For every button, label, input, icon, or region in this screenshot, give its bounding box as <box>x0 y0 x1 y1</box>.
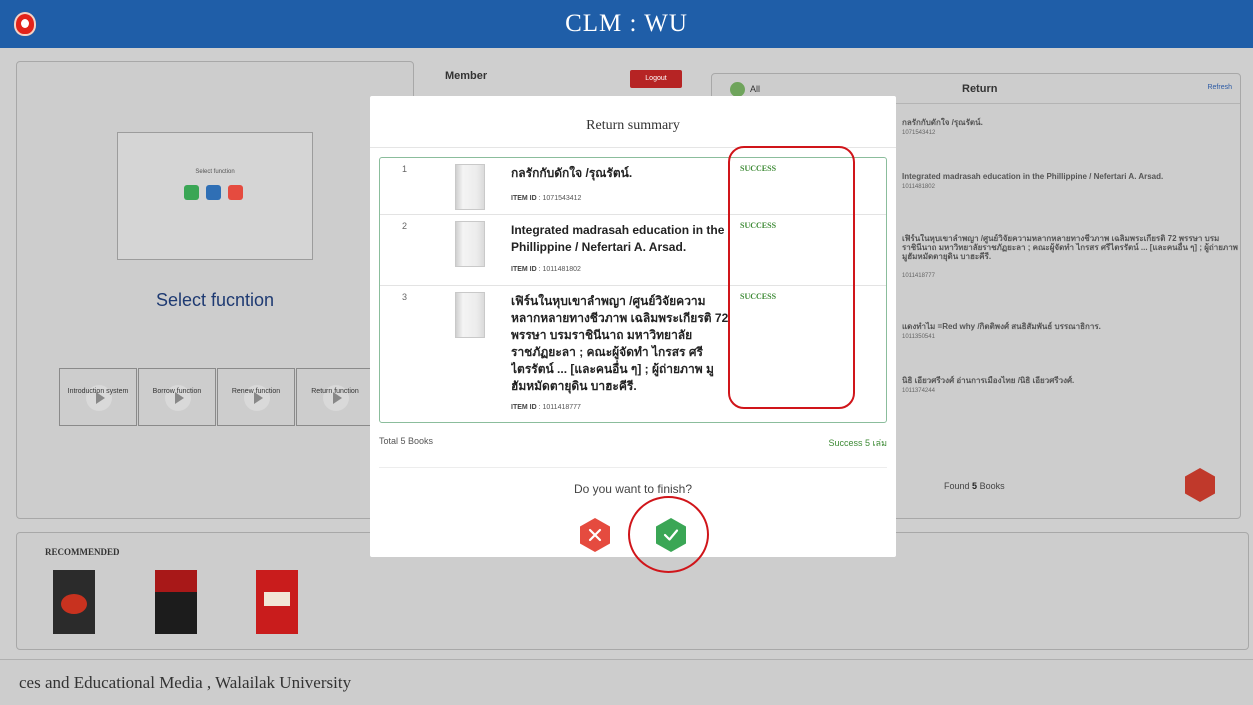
found-prefix: Found <box>944 481 970 491</box>
book-cover-icon <box>455 221 485 267</box>
select-all-label: All <box>750 84 761 94</box>
preview-green-icon <box>184 185 199 200</box>
list-item[interactable]: แดงทำไม =Red why /กิตติพงศ์ สนธิสัมพันธ์… <box>902 322 1242 340</box>
refresh-link[interactable]: Refresh <box>1207 84 1232 91</box>
item-title: แดงทำไม =Red why /กิตติพงศ์ สนธิสัมพันธ์… <box>902 322 1101 331</box>
recommended-title: RECOMMENDED <box>45 547 120 557</box>
list-item[interactable]: เฟิร์นในหุบเขาลำพญา /ศูนย์วิจัยความหลากห… <box>902 234 1242 279</box>
list-item[interactable]: Integrated madrasah education in the Phi… <box>902 172 1242 190</box>
confirm-highlight-annotation <box>628 496 709 573</box>
list-item[interactable]: กลรักกับดักใจ /รุณรัตน์. 1071543412 <box>902 118 1242 136</box>
tile-label: Borrow function <box>152 388 202 395</box>
book-cover-icon <box>455 164 485 210</box>
select-all-check-icon[interactable] <box>730 82 745 97</box>
dialog-title: Return summary <box>586 118 680 133</box>
function-panel: Select function Select fucntion Introduc… <box>16 61 414 519</box>
item-id-value: 1011481802 <box>542 266 581 273</box>
item-id: 1011350541 <box>902 334 935 340</box>
found-count: Found 5 Books <box>944 481 1005 491</box>
item-id: ITEM ID : 1071543412 <box>511 195 582 202</box>
return-submit-icon[interactable] <box>1185 468 1215 502</box>
row-number: 3 <box>402 292 408 302</box>
close-icon <box>588 528 602 542</box>
item-title: กลรักกับดักใจ /รุณรัตน์. <box>902 118 983 127</box>
tile-label: Return function <box>311 388 359 395</box>
tile-return[interactable]: Return function <box>296 368 374 426</box>
item-title: เฟิร์นในหุบเขาลำพญา /ศูนย์วิจัยความหลากห… <box>902 234 1238 261</box>
recommended-book[interactable] <box>155 570 197 634</box>
item-id: 1011418777 <box>902 273 935 279</box>
item-id: ITEM ID : 1011481802 <box>511 266 581 273</box>
preview-text: Select function <box>195 169 235 175</box>
top-bar: CLM : WU <box>0 0 1253 48</box>
recommended-book[interactable] <box>256 570 298 634</box>
footer: ces and Educational Media , Walailak Uni… <box>0 659 1253 705</box>
divider <box>379 467 887 468</box>
row-number: 2 <box>402 221 408 231</box>
tile-label: Renew function <box>231 388 281 395</box>
item-id: 1071543412 <box>902 130 936 136</box>
item-id-value: 1071543412 <box>542 195 582 202</box>
tile-label: Introduction system <box>67 388 129 395</box>
item-id-label: ITEM ID <box>511 404 537 411</box>
found-suffix: Books <box>979 481 1005 491</box>
book-title: กลรักกับดักใจ /รุณรัตน์. <box>511 166 633 180</box>
row-number: 1 <box>402 164 408 174</box>
item-id-value: 1011418777 <box>542 404 581 411</box>
preview-blue-icon <box>206 185 221 200</box>
list-item[interactable]: นิธิ เอียวศรีวงศ์ อ่านการเมืองไทย /นิธิ … <box>902 376 1242 394</box>
cancel-button[interactable] <box>580 518 610 552</box>
item-id: 1011374244 <box>902 388 935 394</box>
book-title: Integrated madrasah education in the Phi… <box>511 223 725 254</box>
found-number: 5 <box>972 481 978 491</box>
item-id-label: ITEM ID <box>511 195 537 202</box>
member-title: Member <box>445 70 488 82</box>
logout-button[interactable]: Logout <box>630 70 682 88</box>
tile-introduction[interactable]: Introduction system <box>59 368 137 426</box>
item-id-label: ITEM ID <box>511 266 537 273</box>
book-title: เฟิร์นในหุบเขาลำพญา /ศูนย์วิจัยความหลากห… <box>511 294 729 393</box>
app-title: CLM : WU <box>565 10 688 37</box>
return-title: Return <box>962 83 998 95</box>
finish-question: Do you want to finish? <box>573 482 693 496</box>
function-preview: Select function <box>117 132 313 260</box>
book-cover-icon <box>455 292 485 338</box>
tile-renew[interactable]: Renew function <box>217 368 295 426</box>
success-count: Success 5 เล่ม <box>828 438 887 448</box>
recommended-book[interactable] <box>53 570 95 634</box>
preview-red-icon <box>228 185 243 200</box>
item-title: Integrated madrasah education in the Phi… <box>902 172 1164 181</box>
item-title: นิธิ เอียวศรีวงศ์ อ่านการเมืองไทย /นิธิ … <box>902 376 1075 385</box>
status-highlight-annotation <box>728 146 855 409</box>
item-id: ITEM ID : 1011418777 <box>511 404 581 411</box>
total-books: Total 5 Books <box>379 436 434 446</box>
footer-text: ces and Educational Media , Walailak Uni… <box>19 673 352 692</box>
tile-borrow[interactable]: Borrow function <box>138 368 216 426</box>
select-function-title: Select fucntion <box>155 290 275 310</box>
item-id: 1011481802 <box>902 184 935 190</box>
